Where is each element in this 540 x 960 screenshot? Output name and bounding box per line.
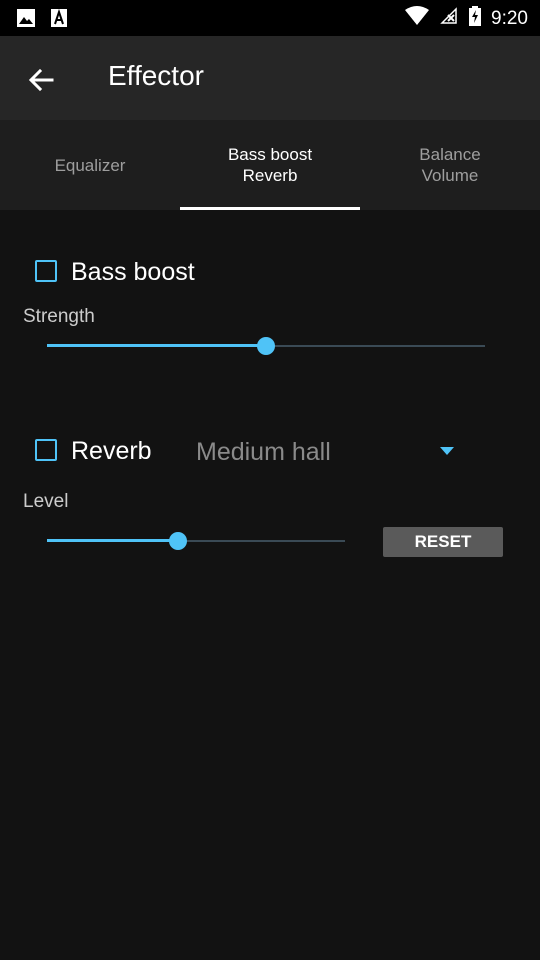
level-label: Level bbox=[23, 491, 69, 512]
slider-thumb[interactable] bbox=[169, 532, 188, 550]
level-slider[interactable] bbox=[47, 526, 345, 556]
tab-indicator bbox=[180, 207, 360, 210]
image-icon bbox=[16, 8, 36, 33]
tab-label: Equalizer bbox=[54, 155, 126, 175]
battery-charging-icon bbox=[469, 6, 482, 31]
slider-fill bbox=[47, 539, 179, 542]
bass-boost-checkbox[interactable] bbox=[35, 260, 57, 282]
strength-label: Strength bbox=[23, 306, 95, 327]
arrow-left-icon bbox=[24, 68, 60, 102]
tab-equalizer[interactable]: Equalizer bbox=[0, 120, 180, 210]
status-time: 9:20 bbox=[491, 7, 528, 29]
bass-boost-label: Bass boost bbox=[71, 258, 195, 286]
tab-label: Bass boost bbox=[227, 145, 313, 164]
tab-label-line2: Volume bbox=[421, 166, 479, 185]
reverb-preset-dropdown[interactable]: Medium hall bbox=[196, 432, 460, 472]
strength-slider[interactable] bbox=[47, 331, 485, 361]
tab-balance-volume[interactable]: Balance Volume bbox=[360, 120, 540, 210]
dropdown-arrow-icon bbox=[440, 447, 454, 455]
reverb-checkbox[interactable] bbox=[35, 439, 57, 461]
slider-thumb[interactable] bbox=[257, 337, 275, 355]
back-button[interactable] bbox=[24, 62, 60, 98]
wifi-icon bbox=[405, 6, 430, 31]
reverb-label: Reverb bbox=[71, 437, 152, 465]
tab-bar: Equalizer Bass boost Reverb Balance Volu… bbox=[0, 120, 540, 210]
tab-label: Balance bbox=[419, 145, 481, 164]
status-bar: 9:20 bbox=[0, 0, 540, 36]
no-sim-icon bbox=[439, 6, 459, 31]
text-a-icon bbox=[50, 8, 68, 33]
app-bar: Effector bbox=[0, 36, 540, 120]
status-right-icons: 9:20 bbox=[405, 6, 528, 31]
status-left-icons bbox=[16, 8, 68, 33]
reset-button[interactable]: RESET bbox=[383, 527, 503, 557]
page-title: Effector bbox=[108, 60, 204, 91]
tab-bass-boost-reverb[interactable]: Bass boost Reverb bbox=[180, 120, 360, 210]
tab-label-line2: Reverb bbox=[242, 166, 298, 185]
reverb-preset-value: Medium hall bbox=[196, 438, 331, 466]
slider-fill bbox=[47, 344, 266, 347]
